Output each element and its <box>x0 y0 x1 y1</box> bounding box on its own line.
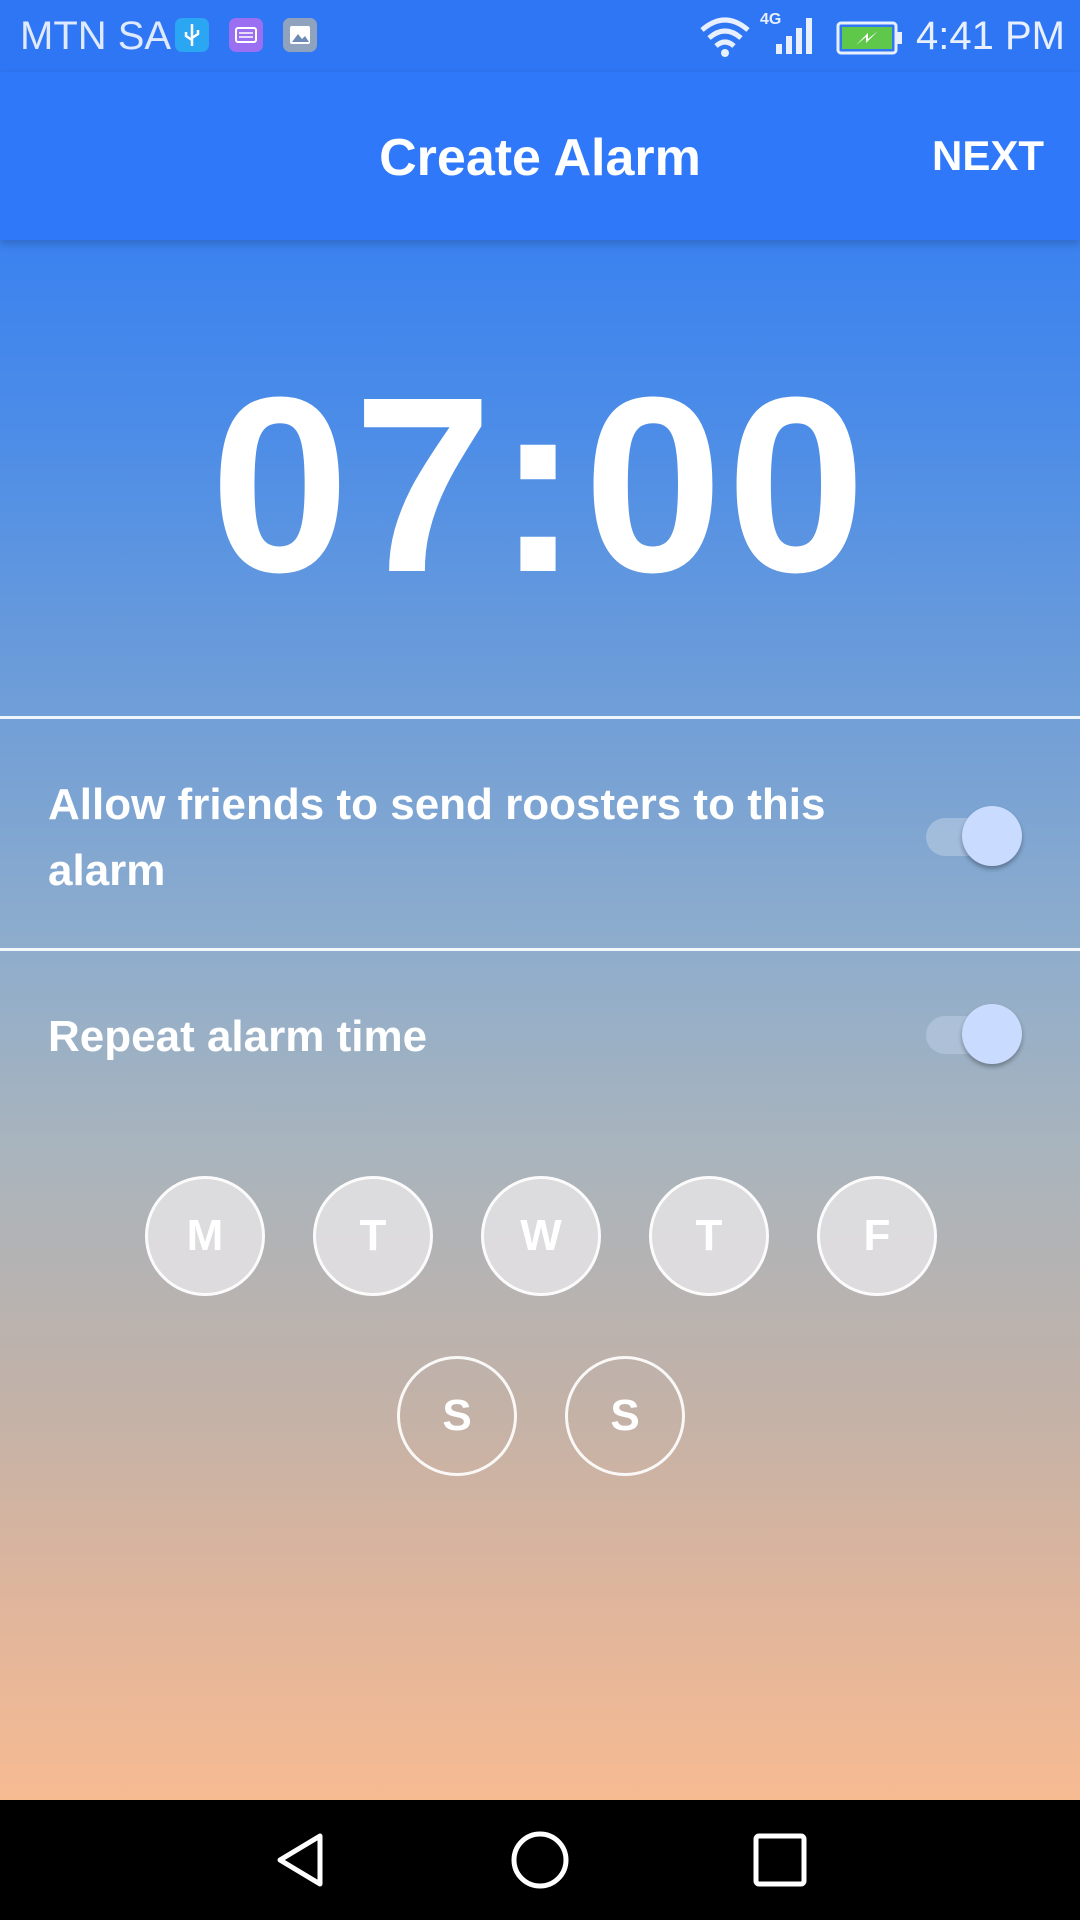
allow-friends-label: Allow friends to send roosters to this a… <box>48 780 826 895</box>
divider <box>0 716 1080 719</box>
day-thursday-button[interactable]: T <box>649 1176 769 1296</box>
signal-icon: 4G <box>760 10 820 70</box>
day-tuesday-button[interactable]: T <box>313 1176 433 1296</box>
keyboard-icon <box>229 18 263 52</box>
home-icon[interactable] <box>508 1828 572 1892</box>
image-icon <box>283 18 317 52</box>
divider <box>0 948 1080 951</box>
day-friday-button[interactable]: F <box>817 1176 937 1296</box>
recents-icon[interactable] <box>748 1828 812 1892</box>
toggle-thumb[interactable] <box>962 806 1022 866</box>
toggle-thumb[interactable] <box>962 1004 1022 1064</box>
allow-friends-toggle[interactable] <box>926 804 1022 868</box>
app-bar: Create Alarm NEXT <box>0 72 1080 240</box>
status-time: 4:41 PM <box>916 14 1065 58</box>
day-wednesday-button[interactable]: W <box>481 1176 601 1296</box>
repeat-alarm-label: Repeat alarm time <box>48 1012 428 1061</box>
network-type: 4G <box>760 11 781 28</box>
day-saturday-button[interactable]: S <box>397 1356 517 1476</box>
day-monday-button[interactable]: M <box>145 1176 265 1296</box>
navigation-bar <box>0 1800 1080 1920</box>
day-sunday-button[interactable]: S <box>565 1356 685 1476</box>
create-alarm-screen: MTN SA 4G 4:41 PM Create Alarm NEXT 07:0… <box>0 0 1080 1920</box>
usb-icon <box>175 18 209 52</box>
carrier-name: MTN SA <box>20 14 172 58</box>
status-bar: MTN SA 4G 4:41 PM <box>0 0 1080 72</box>
back-icon[interactable] <box>268 1828 332 1892</box>
repeat-alarm-toggle[interactable] <box>926 1002 1022 1066</box>
next-button[interactable]: NEXT <box>932 132 1044 180</box>
wifi-icon <box>698 14 752 68</box>
page-title: Create Alarm <box>379 129 701 187</box>
alarm-time[interactable]: 07:00 <box>0 360 1080 610</box>
battery-charging-icon <box>836 20 904 65</box>
